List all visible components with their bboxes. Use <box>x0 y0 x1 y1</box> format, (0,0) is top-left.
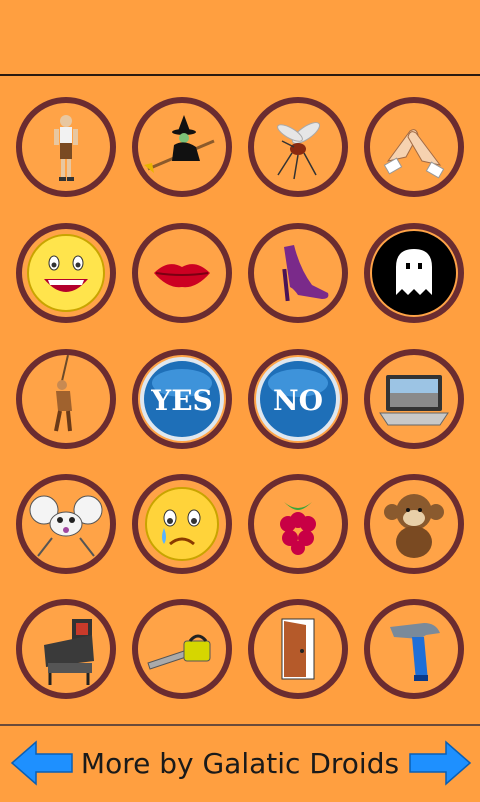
monkey-plush-icon <box>384 494 444 558</box>
sound-button-monkey[interactable] <box>364 474 464 574</box>
sound-button-chainsaw[interactable] <box>132 599 232 699</box>
clapping-hands-icon <box>383 129 445 179</box>
arrow-left-button[interactable] <box>10 740 74 786</box>
sound-button-lederhosen-man[interactable] <box>16 97 116 197</box>
no-button-icon: NO <box>256 357 340 441</box>
high-heel-shoe-icon <box>282 245 329 302</box>
chainsaw-icon <box>147 634 211 670</box>
laptop-icon <box>379 375 449 426</box>
yes-button-icon: YES <box>140 357 224 441</box>
sound-button-clapping-hands[interactable] <box>364 97 464 197</box>
sound-button-no[interactable]: NO <box>248 349 348 449</box>
sound-button-yes[interactable]: YES <box>132 349 232 449</box>
pinball-machine-icon <box>44 619 94 685</box>
sound-button-ghost[interactable] <box>364 223 464 323</box>
sound-button-mouse[interactable] <box>16 474 116 574</box>
arrow-right-button[interactable] <box>408 740 472 786</box>
sound-grid: YES NO <box>0 76 480 724</box>
sound-button-raspberry[interactable] <box>248 474 348 574</box>
mosquito-icon <box>277 122 321 180</box>
more-apps-link[interactable]: More by Galatic Droids <box>80 744 400 784</box>
arrow-right-icon <box>409 740 472 786</box>
arrow-left-icon <box>10 740 73 786</box>
crying-smiley-icon <box>145 487 219 561</box>
sound-button-laptop[interactable] <box>364 349 464 449</box>
footer-bar: More by Galatic Droids <box>0 724 480 802</box>
top-bar <box>0 0 480 76</box>
raspberry-icon <box>280 502 316 555</box>
lederhosen-man-icon <box>54 115 78 181</box>
lips-icon <box>154 264 210 288</box>
sound-button-laughing-smiley[interactable] <box>16 223 116 323</box>
door-icon <box>281 618 315 680</box>
sound-button-mosquito[interactable] <box>248 97 348 197</box>
no-label: NO <box>273 384 323 417</box>
ghost-icon <box>372 231 456 315</box>
sound-button-hammer[interactable] <box>364 599 464 699</box>
hanging-man-icon <box>54 355 72 432</box>
sound-button-door[interactable] <box>248 599 348 699</box>
witch-on-broom-icon <box>144 115 215 173</box>
sound-button-lips[interactable] <box>132 223 232 323</box>
mouse-icon <box>29 495 103 557</box>
sound-button-crying-smiley[interactable] <box>132 474 232 574</box>
laughing-smiley-icon <box>27 234 105 312</box>
yes-label: YES <box>150 384 213 417</box>
sound-button-high-heel[interactable] <box>248 223 348 323</box>
sound-button-hanging-man[interactable] <box>16 349 116 449</box>
sound-button-pinball[interactable] <box>16 599 116 699</box>
hammer-icon <box>390 623 440 681</box>
sound-button-witch[interactable] <box>132 97 232 197</box>
